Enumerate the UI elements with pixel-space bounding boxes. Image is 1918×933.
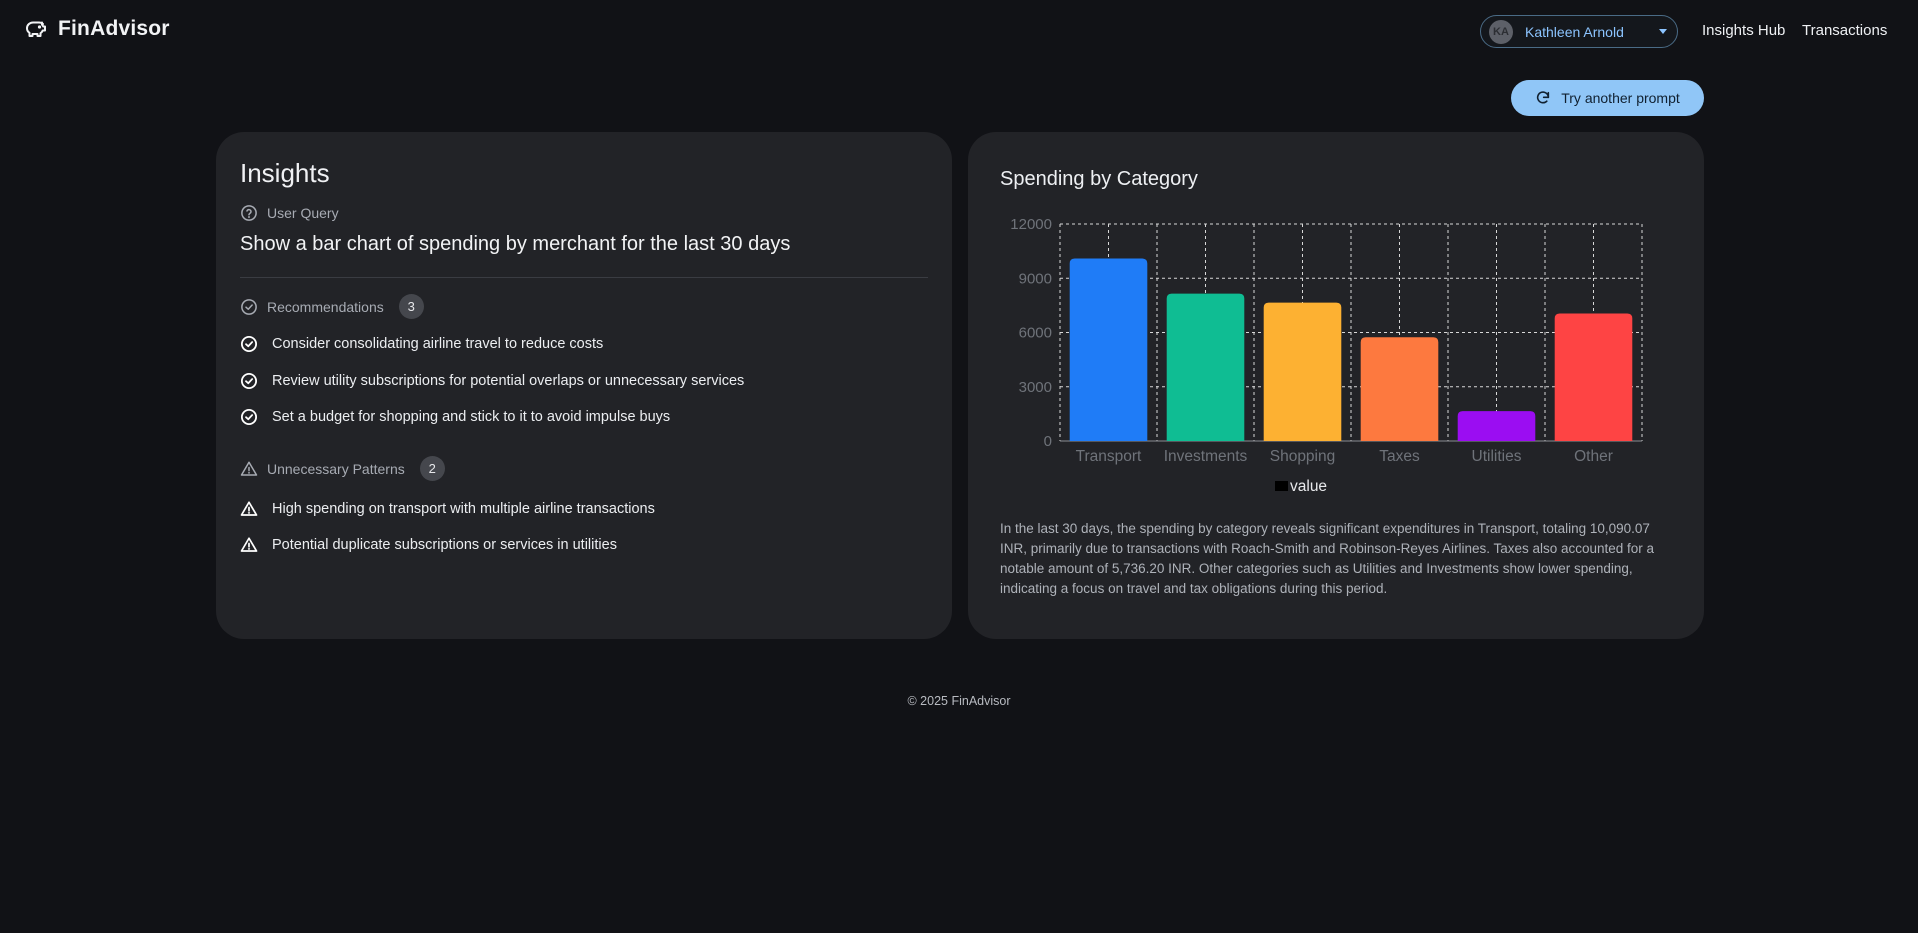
top-nav-bar: FinAdvisor KA Kathleen Arnold Insights H… (0, 0, 1918, 62)
user-menu-button[interactable]: KA Kathleen Arnold (1480, 15, 1678, 48)
x-tick-label: Taxes (1379, 448, 1420, 465)
avatar: KA (1489, 19, 1513, 44)
pattern-item: Potential duplicate subscriptions or ser… (240, 536, 617, 554)
nav-insights-hub[interactable]: Insights Hub (1702, 22, 1785, 39)
chart-title: Spending by Category (1000, 168, 1198, 190)
app-title: FinAdvisor (58, 17, 170, 40)
legend-swatch (1275, 481, 1288, 491)
bar-investments (1166, 293, 1245, 441)
x-tick-label: Other (1574, 448, 1613, 465)
pattern-text: Potential duplicate subscriptions or ser… (272, 537, 617, 553)
chart-summary: In the last 30 days, the spending by cat… (1000, 521, 1655, 596)
recommendation-text: Review utility subscriptions for potenti… (272, 373, 745, 389)
x-tick-label: Utilities (1472, 448, 1522, 465)
bar-taxes (1360, 337, 1439, 441)
warning-triangle-icon (240, 460, 258, 478)
x-tick-label: Shopping (1270, 448, 1336, 465)
check-circle-icon (240, 298, 258, 316)
recommendations-header: Recommendations 3 (240, 294, 424, 319)
y-tick-label: 6000 (1019, 325, 1052, 342)
y-tick-label: 3000 (1019, 379, 1052, 396)
legend-label: value (1290, 478, 1327, 495)
y-tick-label: 0 (1044, 433, 1052, 450)
piggy-bank-icon (24, 17, 48, 41)
recommendation-text: Consider consolidating airline travel to… (272, 336, 604, 352)
warning-triangle-icon (240, 536, 258, 554)
bar-transport (1069, 258, 1148, 441)
nav-transactions[interactable]: Transactions (1802, 22, 1887, 39)
pattern-item: High spending on transport with multiple… (240, 500, 655, 518)
user-query-label: User Query (267, 205, 339, 221)
chart-card: Spending by Category 0 3000 6000 9000 12000 T… (968, 132, 1704, 639)
check-circle-icon (240, 408, 258, 426)
user-query-text: Show a bar chart of spending by merchant… (240, 233, 791, 255)
recommendation-item: Review utility subscriptions for potenti… (240, 372, 744, 390)
patterns-count-badge: 2 (419, 456, 445, 481)
x-tick-label: Transport (1076, 448, 1142, 465)
recommendation-text: Set a budget for shopping and stick to i… (272, 409, 671, 425)
question-circle-icon (240, 204, 258, 222)
recommendation-item: Consider consolidating airline travel to… (240, 335, 603, 353)
bar-shopping (1263, 302, 1342, 441)
chevron-down-icon (1659, 29, 1667, 34)
footer: © 2025 FinAdvisor (907, 694, 1011, 708)
user-query-header: User Query (240, 204, 339, 222)
recommendation-item: Set a budget for shopping and stick to i… (240, 408, 670, 426)
try-another-prompt-button[interactable]: Try another prompt (1511, 80, 1704, 116)
bar-utilities (1457, 411, 1536, 441)
spending-bar-chart: 0 3000 6000 9000 12000 Transport Investments Sh… (1010, 216, 1643, 495)
y-tick-label: 9000 (1019, 270, 1052, 287)
user-name: Kathleen Arnold (1525, 23, 1624, 40)
warning-triangle-icon (240, 500, 258, 518)
check-circle-icon (240, 372, 258, 390)
try-another-prompt-label: Try another prompt (1561, 90, 1680, 106)
refresh-icon (1535, 90, 1551, 106)
recommendations-count-badge: 3 (398, 294, 424, 319)
unnecessary-patterns-header: Unnecessary Patterns 2 (240, 456, 445, 481)
pattern-text: High spending on transport with multiple… (272, 501, 655, 517)
x-tick-label: Investments (1164, 448, 1248, 465)
insights-title: Insights (240, 158, 330, 188)
check-circle-icon (240, 335, 258, 353)
brand[interactable]: FinAdvisor (24, 17, 170, 41)
y-tick-label: 12000 (1010, 216, 1052, 233)
bar-other (1554, 313, 1633, 441)
insights-card: Insights User Query Show a bar chart of … (216, 132, 952, 639)
unnecessary-patterns-label: Unnecessary Patterns (267, 460, 405, 477)
recommendations-label: Recommendations (267, 298, 384, 315)
divider (240, 277, 928, 278)
